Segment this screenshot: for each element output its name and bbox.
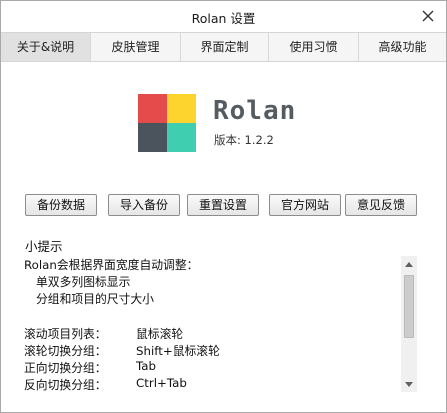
tips-text-area[interactable]: Rolan会根据界面宽度自动调整： 单双多列图标显示 分组和项目的尺寸大小 滚动… <box>24 256 417 396</box>
triangle-up-icon <box>405 261 413 267</box>
tip-line: Rolan会根据界面宽度自动调整： <box>24 258 199 272</box>
close-button[interactable] <box>416 4 440 28</box>
shortcut-key: Tab <box>136 359 156 373</box>
tab-usage-habits[interactable]: 使用习惯 <box>269 33 359 61</box>
tab-about[interactable]: 关于&说明 <box>1 33 91 61</box>
shortcut-action: 滚动项目列表： <box>24 327 107 341</box>
reset-settings-button[interactable]: 重置设置 <box>187 194 259 216</box>
window-title: Rolan 设置 <box>191 11 256 26</box>
triangle-down-icon <box>405 381 413 387</box>
shortcut-key: Ctrl+Tab <box>136 376 187 390</box>
shortcut-action: 滚轮切换分组： <box>24 344 107 358</box>
about-panel: Rolan 版本: 1.2.2 备份数据 导入备份 重置设置 官方网站 意见反馈… <box>1 62 446 412</box>
shortcut-action: 反向切换分组： <box>24 378 107 392</box>
tips-scrollbar[interactable] <box>401 256 417 392</box>
tab-skin-management[interactable]: 皮肤管理 <box>91 33 181 61</box>
tab-ui-customization[interactable]: 界面定制 <box>181 33 269 61</box>
title-bar: Rolan 设置 <box>1 1 446 32</box>
version-label: 版本: 1.2.2 <box>214 133 274 147</box>
scroll-up-button[interactable] <box>401 256 417 272</box>
scrollbar-thumb[interactable] <box>404 275 414 338</box>
backup-data-button[interactable]: 备份数据 <box>25 194 97 216</box>
shortcut-key: Shift+鼠标滚轮 <box>136 344 220 358</box>
official-website-button[interactable]: 官方网站 <box>269 194 341 216</box>
app-logo <box>138 94 196 152</box>
import-backup-button[interactable]: 导入备份 <box>108 194 180 216</box>
settings-window: Rolan 设置 关于&说明 皮肤管理 界面定制 使用习惯 高级功能 Rolan… <box>0 0 447 413</box>
tab-bar: 关于&说明 皮肤管理 界面定制 使用习惯 高级功能 <box>1 32 446 62</box>
tip-line: 分组和项目的尺寸大小 <box>36 292 154 306</box>
app-name: Rolan <box>213 96 297 126</box>
logo-tile-red <box>138 94 167 123</box>
feedback-button[interactable]: 意见反馈 <box>345 194 417 216</box>
scroll-down-button[interactable] <box>401 376 417 392</box>
close-icon <box>422 10 434 22</box>
logo-tile-dark <box>138 123 167 152</box>
tip-line: 单双多列图标显示 <box>36 275 131 289</box>
tab-advanced[interactable]: 高级功能 <box>359 33 446 61</box>
logo-tile-yellow <box>167 94 196 123</box>
shortcut-key: 鼠标滚轮 <box>136 327 184 341</box>
tips-heading: 小提示 <box>25 239 63 254</box>
action-buttons: 备份数据 导入备份 重置设置 官方网站 意见反馈 <box>24 194 424 218</box>
shortcut-action: 正向切换分组： <box>24 361 107 375</box>
logo-tile-teal <box>167 123 196 152</box>
